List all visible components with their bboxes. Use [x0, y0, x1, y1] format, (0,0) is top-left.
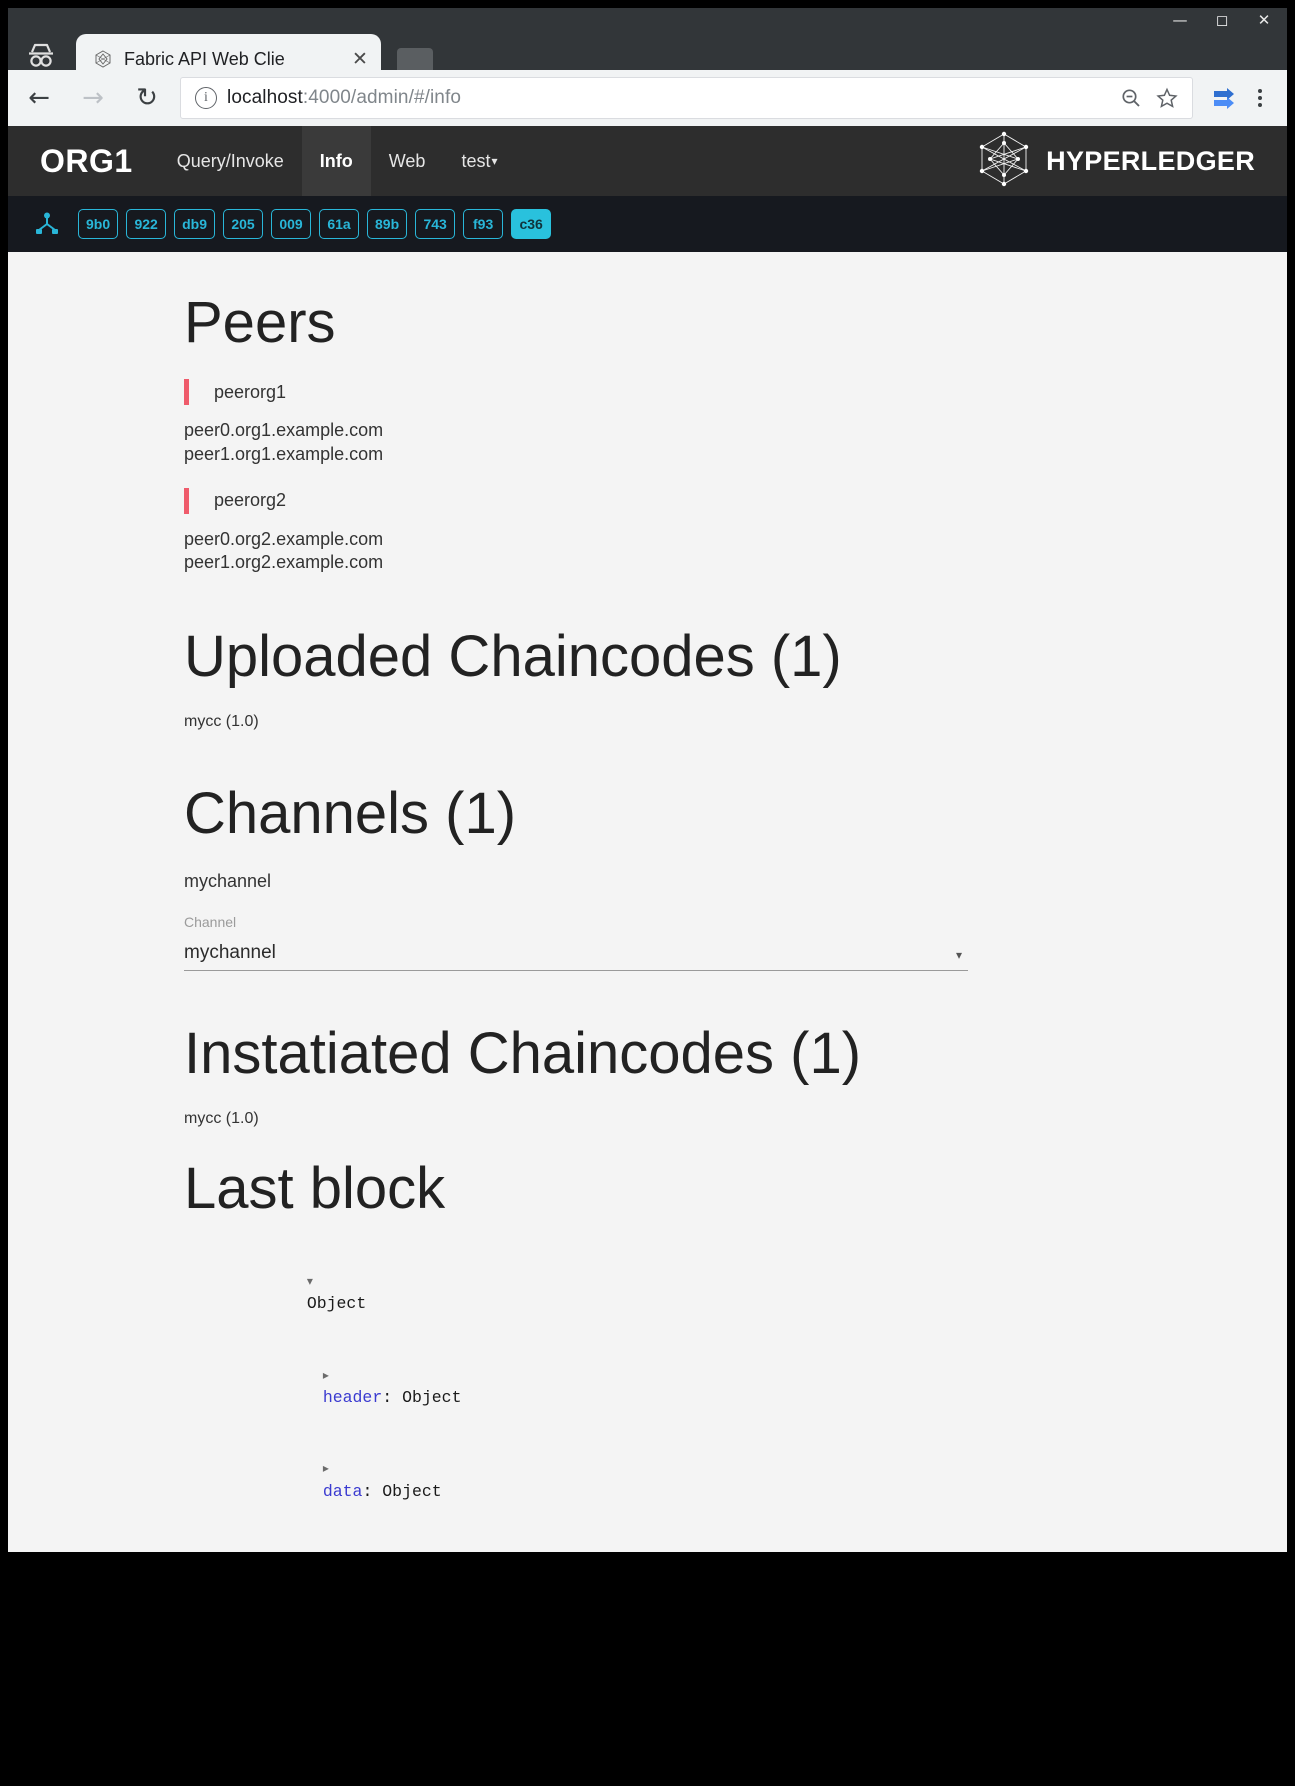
address-bar[interactable]: i localhost:4000/admin/#/info [180, 77, 1193, 119]
hyperledger-wordmark: HYPERLEDGER [1046, 145, 1255, 176]
block-chip-active[interactable]: c36 [511, 209, 552, 239]
uploaded-chaincodes-heading: Uploaded Chaincodes (1) [184, 623, 842, 689]
block-chip[interactable]: 61a [319, 209, 360, 239]
instatiated-chaincode-item: mycc (1.0) [184, 1110, 259, 1127]
instatiated-chaincodes-heading: Instatiated Chaincodes (1) [184, 1020, 862, 1086]
nav-item-label: Web [388, 150, 426, 171]
peer-org-row: peerorg1 [184, 379, 974, 406]
url-text: localhost:4000/admin/#/info [227, 87, 1110, 109]
peer-list: peer0.org1.example.com peer1.org1.exampl… [184, 419, 974, 465]
hyperledger-logo: HYPERLEDGER [974, 126, 1287, 196]
nav-item-label: Info [319, 150, 353, 171]
extension-icon[interactable] [1209, 83, 1239, 113]
json-key: header [322, 1388, 383, 1407]
nav-item-label: test [461, 150, 491, 171]
main-content: Peers peerorg1 peer0.org1.example.com pe… [8, 252, 1287, 1552]
nav-item-web[interactable]: Web [371, 126, 444, 196]
expand-arrow-icon[interactable]: ▸ [323, 1461, 329, 1475]
reload-icon[interactable]: ↻ [124, 75, 170, 121]
json-tree-row[interactable]: ▾ Object [188, 1245, 974, 1339]
json-tree-row[interactable]: ▸ data: Object [188, 1433, 974, 1527]
block-chip[interactable]: 89b [367, 209, 408, 239]
nav-item-query-invoke[interactable]: Query/Invoke [159, 126, 302, 196]
info-circle-icon[interactable]: i [195, 87, 217, 109]
browser-toolbar: ← → ↻ i localhost:4000/admin/#/info [8, 70, 1287, 126]
hyperledger-favicon [92, 48, 114, 70]
brand-title: ORG1 [40, 142, 133, 179]
uploaded-chaincode-item: mycc (1.0) [184, 713, 259, 731]
back-arrow-icon[interactable]: ← [16, 75, 62, 121]
block-chip[interactable]: 922 [126, 209, 167, 239]
last-block-tree: ▾ Object ▸ header: Object ▸ data: Object… [188, 1245, 974, 1552]
peer-item: peer0.org2.example.com [184, 528, 384, 549]
url-host: localhost [227, 87, 303, 108]
tab-strip: Fabric API Web Clie ✕ [8, 22, 1287, 84]
star-icon[interactable] [1152, 83, 1182, 113]
json-tree-row[interactable]: ▸ metadata: Object [188, 1527, 974, 1552]
chevron-down-icon[interactable]: ▾ [956, 948, 962, 962]
org-marker-icon [184, 487, 189, 514]
kebab-menu-icon[interactable] [1243, 81, 1277, 115]
close-icon[interactable]: ✕ [349, 48, 371, 70]
block-chip[interactable]: 743 [415, 209, 456, 239]
block-chip-bar: 9b0 922 db9 205 009 61a 89b 743 f93 c36 [8, 196, 1287, 252]
incognito-icon [22, 38, 60, 72]
screen: — ◻ ✕ Fabric API Web Clie ✕ ← → ↻ i loca… [0, 0, 1295, 1786]
forward-arrow-icon[interactable]: → [70, 75, 116, 121]
app-navbar: ORG1 Query/Invoke Info Web test ▾ HYPERL… [8, 126, 1287, 196]
hyperledger-polyhedron-icon [974, 130, 1034, 193]
page-viewport: ORG1 Query/Invoke Info Web test ▾ HYPERL… [8, 126, 1287, 1552]
blockchain-network-icon [32, 209, 62, 239]
json-type: : [382, 1388, 403, 1407]
chevron-down-icon: ▾ [491, 154, 498, 168]
nav-links: Query/Invoke Info Web test ▾ [159, 126, 516, 196]
nav-item-test-dropdown[interactable]: test ▾ [443, 126, 515, 196]
block-chip[interactable]: 9b0 [78, 209, 119, 239]
browser-chrome: — ◻ ✕ Fabric API Web Clie ✕ ← → ↻ i loca… [8, 8, 1287, 126]
nav-item-info[interactable]: Info [301, 126, 371, 196]
url-path: :4000/admin/#/info [302, 87, 462, 108]
zoom-out-icon[interactable] [1116, 83, 1146, 113]
content-inner: Peers peerorg1 peer0.org1.example.com pe… [184, 292, 974, 1552]
peer-item: peer1.org2.example.com [184, 551, 384, 572]
peer-item: peer0.org1.example.com [184, 420, 384, 441]
channel-select-label: Channel [184, 913, 237, 930]
block-chip[interactable]: f93 [463, 209, 504, 239]
json-key: data [322, 1481, 363, 1501]
channel-item: mychannel [184, 870, 272, 891]
expand-arrow-icon[interactable]: ▾ [307, 1274, 313, 1288]
channels-heading: Channels (1) [184, 781, 517, 847]
tab-title: Fabric API Web Clie [124, 48, 285, 69]
org-marker-icon [184, 379, 189, 406]
block-chip[interactable]: db9 [174, 209, 216, 239]
peer-item: peer1.org1.example.com [184, 443, 384, 464]
json-type: Object [306, 1294, 367, 1314]
channel-select[interactable]: Channel mychannel ▾ [184, 914, 968, 971]
last-block-heading: Last block [184, 1156, 446, 1221]
block-chip[interactable]: 009 [271, 209, 312, 239]
json-type-value: Object [402, 1388, 462, 1407]
block-chip[interactable]: 205 [223, 209, 264, 239]
peer-org-label: peerorg1 [214, 381, 287, 402]
expand-arrow-icon[interactable]: ▸ [323, 1368, 329, 1382]
peers-heading: Peers [184, 290, 336, 355]
json-type: : [362, 1481, 383, 1501]
nav-item-label: Query/Invoke [176, 150, 284, 171]
json-type-value: Object [382, 1481, 442, 1501]
peer-list: peer0.org2.example.com peer1.org2.exampl… [184, 528, 974, 574]
peer-org-row: peerorg2 [184, 487, 974, 514]
json-tree-row[interactable]: ▸ header: Object [188, 1339, 974, 1433]
channel-select-value: mychannel [184, 941, 276, 963]
peer-org-label: peerorg2 [214, 490, 287, 511]
